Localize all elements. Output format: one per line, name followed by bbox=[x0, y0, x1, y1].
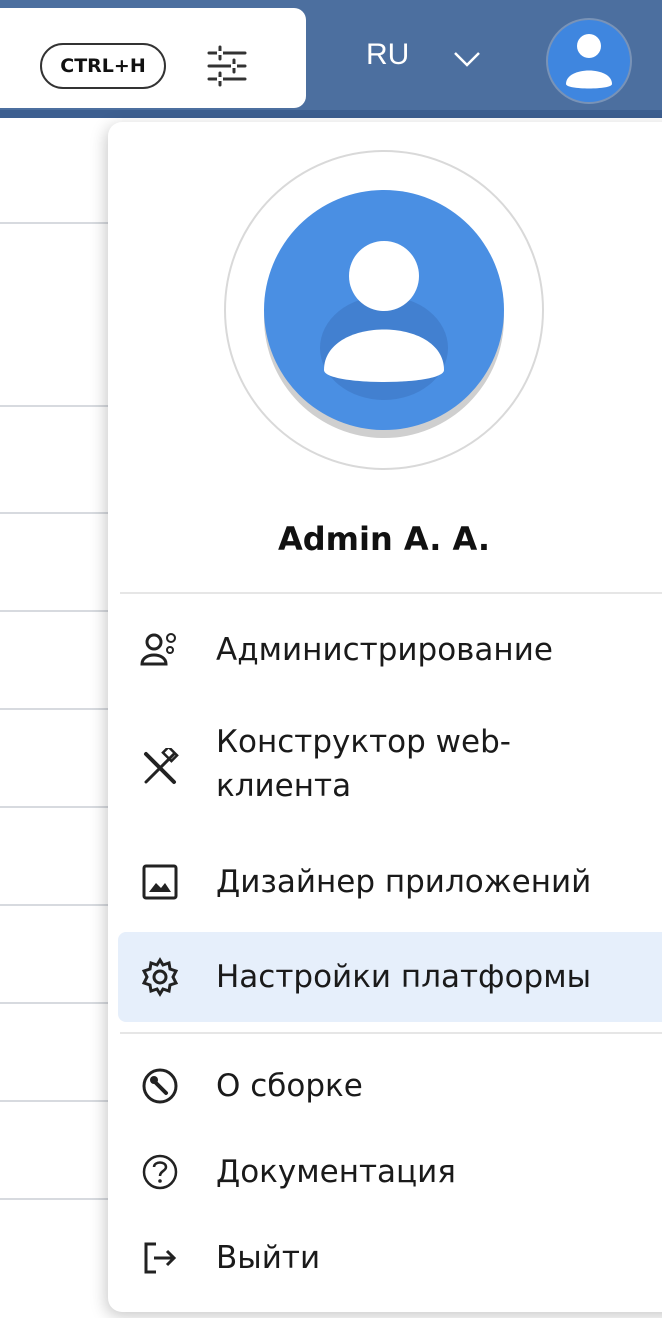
menu-item-label: Администрирование bbox=[216, 632, 553, 668]
list-divider bbox=[0, 222, 110, 224]
menu-item-documentation[interactable]: Документация bbox=[118, 1132, 662, 1212]
menu-item-label: Настройки платформы bbox=[216, 959, 592, 995]
language-selector[interactable]: RU bbox=[366, 38, 409, 72]
wrench-icon bbox=[142, 1068, 178, 1104]
list-divider bbox=[0, 610, 110, 612]
menu-item-label: Документация bbox=[216, 1154, 456, 1190]
profile-name: Admin A. A. bbox=[277, 520, 491, 558]
list-divider bbox=[0, 1002, 110, 1004]
menu-item-label: Дизайнер приложений bbox=[216, 864, 592, 900]
user-avatar-button[interactable] bbox=[548, 20, 630, 102]
menu-divider bbox=[120, 592, 662, 594]
menu-item-platform-settings[interactable]: Настройки платформы bbox=[118, 932, 662, 1022]
tools-icon bbox=[144, 748, 179, 784]
sliders-icon[interactable] bbox=[205, 44, 249, 88]
menu-item-about-build[interactable]: О сборке bbox=[118, 1046, 662, 1126]
user-avatar-icon bbox=[566, 34, 612, 89]
list-divider bbox=[0, 405, 110, 407]
menu-item-label: О сборке bbox=[216, 1068, 363, 1104]
menu-item-administration[interactable]: Администрирование bbox=[118, 612, 662, 688]
list-divider bbox=[0, 806, 110, 808]
list-divider bbox=[0, 1100, 110, 1102]
header-stripe bbox=[0, 110, 662, 118]
profile-avatar-frame bbox=[224, 150, 544, 470]
menu-item-label: Конструктор web-клиента bbox=[216, 724, 511, 804]
menu-item-label: Выйти bbox=[216, 1240, 321, 1276]
app-screen: CTRL+H RU Admin A. A. Администрирование … bbox=[0, 0, 662, 1318]
logout-icon bbox=[144, 1242, 177, 1274]
top-header: CTRL+H RU bbox=[0, 0, 662, 118]
admin-users-icon bbox=[140, 633, 176, 666]
list-divider bbox=[0, 1198, 110, 1200]
menu-divider bbox=[120, 1032, 662, 1034]
user-avatar-icon bbox=[320, 241, 448, 400]
menu-item-web-constructor[interactable]: Конструктор web-клиента bbox=[118, 710, 662, 822]
hotkey-chip: CTRL+H bbox=[40, 43, 166, 89]
list-divider bbox=[0, 512, 110, 514]
chevron-down-icon[interactable] bbox=[452, 44, 482, 74]
settings-gear-icon bbox=[141, 957, 179, 997]
search-box[interactable]: CTRL+H bbox=[0, 8, 306, 108]
list-divider bbox=[0, 904, 110, 906]
profile-avatar bbox=[264, 190, 504, 430]
user-menu-dropdown: Admin A. A. Администрирование Конструкто… bbox=[108, 122, 662, 1312]
help-icon bbox=[142, 1154, 178, 1190]
menu-item-app-designer[interactable]: Дизайнер приложений bbox=[118, 844, 662, 920]
menu-item-logout[interactable]: Выйти bbox=[118, 1218, 662, 1298]
list-divider bbox=[0, 708, 110, 710]
image-icon bbox=[142, 864, 178, 900]
